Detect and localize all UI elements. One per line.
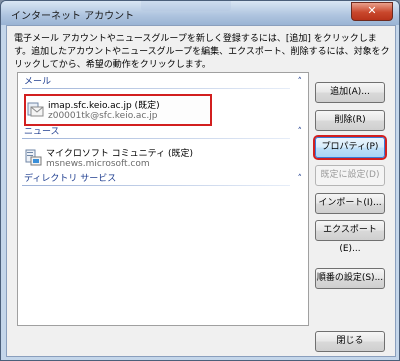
- account-item-news[interactable]: マイクロソフト コミュニティ (既定) msnews.microsoft.com: [24, 144, 208, 172]
- title-bar[interactable]: インターネット アカウント ✕: [1, 1, 399, 25]
- import-button[interactable]: インポート(I)...: [315, 193, 385, 214]
- group-divider: [22, 185, 290, 186]
- account-name: マイクロソフト コミュニティ (既定): [46, 149, 194, 159]
- group-divider: [22, 88, 290, 89]
- dialog-client-area: 電子メール アカウントやニュースグループを新しく登録するには、[追加] をクリッ…: [6, 25, 396, 357]
- add-button[interactable]: 追加(A)...: [315, 82, 385, 103]
- close-window-button[interactable]: ✕: [351, 2, 393, 21]
- collapse-chevron-icon[interactable]: ˄: [298, 76, 303, 88]
- group-label-news: ニュース: [24, 126, 62, 138]
- close-button[interactable]: 閉じる: [315, 331, 385, 352]
- group-header-news[interactable]: ニュース ˄: [22, 126, 304, 139]
- account-address: z00001tk@sfc.keio.ac.jp: [48, 111, 158, 121]
- accounts-list[interactable]: メール ˄ imap.sfc.keio.ac.jp (既定) z00001tk@…: [17, 72, 309, 326]
- set-default-button[interactable]: 既定に設定(D): [315, 165, 385, 186]
- dialog-window: インターネット アカウント ✕ 電子メール アカウントやニュースグループを新しく…: [0, 0, 400, 361]
- instructions-text: 電子メール アカウントやニュースグループを新しく登録するには、[追加] をクリッ…: [14, 34, 390, 70]
- order-button[interactable]: 順番の設定(S)...: [315, 268, 385, 289]
- account-name: imap.sfc.keio.ac.jp (既定): [48, 101, 160, 111]
- window-title: インターネット アカウント: [11, 11, 135, 22]
- remove-button[interactable]: 削除(R): [315, 110, 385, 131]
- collapse-chevron-icon[interactable]: ˄: [298, 126, 303, 138]
- group-label-directory: ディレクトリ サービス: [24, 173, 119, 185]
- account-address: msnews.microsoft.com: [46, 159, 150, 169]
- group-header-mail[interactable]: メール ˄: [22, 76, 304, 89]
- mail-account-icon: [27, 102, 44, 117]
- account-item-imap[interactable]: imap.sfc.keio.ac.jp (既定) z00001tk@sfc.ke…: [24, 94, 212, 126]
- group-label-mail: メール: [24, 76, 54, 88]
- group-header-directory[interactable]: ディレクトリ サービス ˄: [22, 173, 304, 186]
- export-button[interactable]: エクスポート(E)...: [315, 220, 385, 254]
- properties-button[interactable]: プロパティ(P): [315, 137, 385, 158]
- collapse-chevron-icon[interactable]: ˄: [298, 173, 303, 185]
- background-window-tab: [141, 1, 231, 11]
- group-divider: [22, 138, 290, 139]
- news-account-icon: [25, 149, 42, 166]
